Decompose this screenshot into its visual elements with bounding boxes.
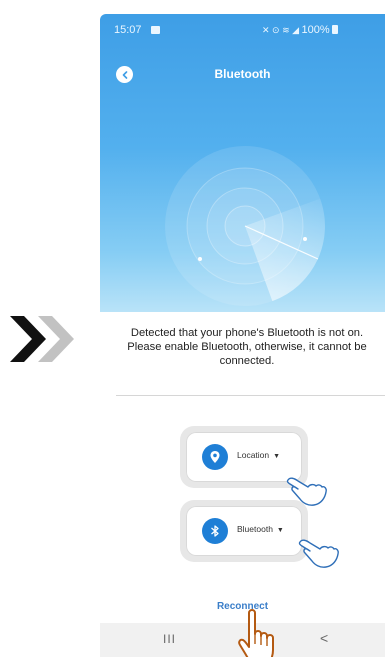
bluetooth-off-message: Detected that your phone's Bluetooth is … bbox=[100, 326, 385, 368]
status-bar: 15:07 ✕ ⊙ ≋ ◢ 100% bbox=[114, 24, 385, 38]
double-chevron-icon bbox=[10, 316, 74, 362]
radar-icon bbox=[165, 146, 325, 306]
battery-percent: 100% bbox=[301, 24, 330, 36]
message-line-2: Please enable Bluetooth, otherwise, it c… bbox=[127, 341, 367, 353]
location-label: Location ▼ bbox=[237, 450, 280, 460]
caret-down-icon: ▼ bbox=[273, 453, 281, 460]
status-time: 15:07 bbox=[114, 24, 142, 36]
caret-down-icon: ▼ bbox=[276, 527, 284, 534]
location-label-text: Location bbox=[237, 450, 270, 460]
location-toggle-inner: Location ▼ bbox=[186, 432, 302, 482]
pointing-hand-icon bbox=[238, 609, 274, 657]
battery-icon bbox=[331, 25, 338, 34]
message-line-1: Detected that your phone's Bluetooth is … bbox=[130, 327, 364, 339]
nav-back-button[interactable]: < bbox=[320, 630, 328, 646]
page-title: Bluetooth bbox=[214, 67, 271, 81]
bluetooth-label-text: Bluetooth bbox=[237, 524, 273, 534]
calendar-icon bbox=[151, 26, 160, 34]
location-pin-icon bbox=[210, 451, 220, 463]
message-line-3: connected. bbox=[219, 355, 275, 367]
bluetooth-icon bbox=[211, 525, 219, 537]
bluetooth-toggle-inner: Bluetooth ▼ bbox=[186, 506, 302, 556]
divider bbox=[116, 395, 385, 396]
header-area: 15:07 ✕ ⊙ ≋ ◢ 100% Bluetooth bbox=[100, 14, 385, 312]
location-icon-circle bbox=[202, 444, 228, 470]
status-icons: ✕ ⊙ ≋ ◢ 100% bbox=[262, 24, 338, 36]
bluetooth-label: Bluetooth ▼ bbox=[237, 524, 284, 534]
phone-screen: 15:07 ✕ ⊙ ≋ ◢ 100% Bluetooth Detected th… bbox=[100, 14, 385, 657]
recents-button[interactable]: III bbox=[163, 632, 176, 646]
bluetooth-icon-circle bbox=[202, 518, 228, 544]
bluetooth-toggle[interactable]: Bluetooth ▼ bbox=[180, 500, 308, 562]
status-glyphs: ✕ ⊙ ≋ ◢ bbox=[262, 25, 302, 35]
pointing-hand-icon bbox=[298, 539, 339, 568]
